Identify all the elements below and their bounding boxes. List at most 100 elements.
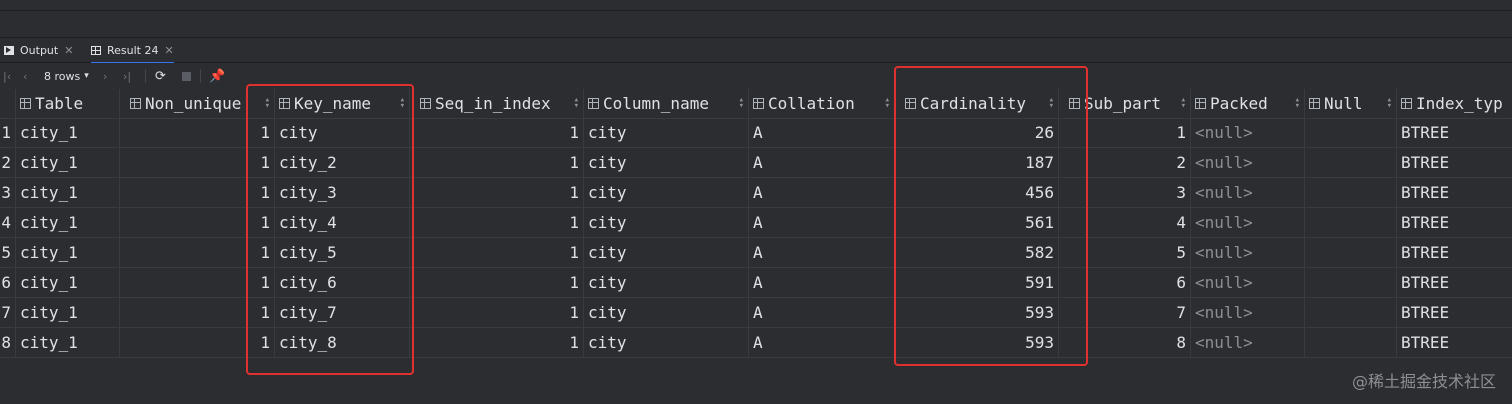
- table-row[interactable]: 1 city_1 1 city 1 city A 26 1 <null> BTREE: [0, 118, 1512, 148]
- cell-collation[interactable]: A: [749, 178, 895, 207]
- cell-null[interactable]: [1305, 148, 1397, 177]
- cell-packed[interactable]: <null>: [1191, 208, 1305, 237]
- cell-column-name[interactable]: city: [584, 208, 749, 237]
- cell-key-name[interactable]: city: [275, 118, 410, 147]
- cell-non-unique[interactable]: 1: [120, 208, 275, 237]
- sort-icon[interactable]: ▴ ▾: [1387, 96, 1392, 111]
- cell-non-unique[interactable]: 1: [120, 298, 275, 327]
- sort-icon[interactable]: ▴ ▾: [1049, 96, 1054, 111]
- cell-table[interactable]: city_1: [16, 178, 120, 207]
- cell-collation[interactable]: A: [749, 328, 895, 357]
- last-page-icon[interactable]: ›|: [123, 63, 131, 89]
- cell-index-type[interactable]: BTREE: [1397, 238, 1512, 267]
- cell-packed[interactable]: <null>: [1191, 328, 1305, 357]
- cell-packed[interactable]: <null>: [1191, 148, 1305, 177]
- refresh-icon[interactable]: ⟳: [155, 63, 166, 89]
- cell-packed[interactable]: <null>: [1191, 298, 1305, 327]
- cell-table[interactable]: city_1: [16, 118, 120, 147]
- table-row[interactable]: 8 city_1 1 city_8 1 city A 593 8 <null> BTREE: [0, 328, 1512, 358]
- cell-null[interactable]: [1305, 208, 1397, 237]
- cell-column-name[interactable]: city: [584, 178, 749, 207]
- sort-icon[interactable]: ▴ ▾: [574, 96, 579, 111]
- cell-index-type[interactable]: BTREE: [1397, 208, 1512, 237]
- cell-packed[interactable]: <null>: [1191, 118, 1305, 147]
- cell-column-name[interactable]: city: [584, 238, 749, 267]
- cell-cardinality[interactable]: 593: [895, 328, 1059, 357]
- cell-table[interactable]: city_1: [16, 208, 120, 237]
- cell-null[interactable]: [1305, 238, 1397, 267]
- pin-icon[interactable]: 📌: [209, 63, 225, 89]
- cell-index-type[interactable]: BTREE: [1397, 178, 1512, 207]
- cell-collation[interactable]: A: [749, 208, 895, 237]
- cell-sub-part[interactable]: 1: [1059, 118, 1191, 147]
- cell-seq-in-index[interactable]: 1: [410, 328, 584, 357]
- row-number[interactable]: 6: [0, 268, 16, 297]
- cell-seq-in-index[interactable]: 1: [410, 268, 584, 297]
- cell-non-unique[interactable]: 1: [120, 328, 275, 357]
- row-number[interactable]: 8: [0, 328, 16, 357]
- sort-icon[interactable]: ▴ ▾: [265, 96, 270, 111]
- cell-seq-in-index[interactable]: 1: [410, 118, 584, 147]
- cell-null[interactable]: [1305, 268, 1397, 297]
- cell-table[interactable]: city_1: [16, 148, 120, 177]
- column-header-non-unique[interactable]: Non_unique ▴ ▾: [126, 89, 275, 118]
- close-icon[interactable]: ✕: [64, 44, 73, 57]
- cell-cardinality[interactable]: 187: [895, 148, 1059, 177]
- cell-sub-part[interactable]: 6: [1059, 268, 1191, 297]
- column-header-index-type[interactable]: Index_typ: [1397, 89, 1512, 118]
- cell-key-name[interactable]: city_8: [275, 328, 410, 357]
- cell-index-type[interactable]: BTREE: [1397, 328, 1512, 357]
- cell-cardinality[interactable]: 26: [895, 118, 1059, 147]
- close-icon[interactable]: ✕: [164, 44, 173, 57]
- cell-null[interactable]: [1305, 298, 1397, 327]
- row-number[interactable]: 7: [0, 298, 16, 327]
- cell-cardinality[interactable]: 593: [895, 298, 1059, 327]
- table-row[interactable]: 7 city_1 1 city_7 1 city A 593 7 <null> BTREE: [0, 298, 1512, 328]
- cell-cardinality[interactable]: 582: [895, 238, 1059, 267]
- row-number[interactable]: 3: [0, 178, 16, 207]
- cell-key-name[interactable]: city_7: [275, 298, 410, 327]
- cell-non-unique[interactable]: 1: [120, 148, 275, 177]
- cell-non-unique[interactable]: 1: [120, 178, 275, 207]
- cell-index-type[interactable]: BTREE: [1397, 148, 1512, 177]
- cell-index-type[interactable]: BTREE: [1397, 298, 1512, 327]
- cell-non-unique[interactable]: 1: [120, 118, 275, 147]
- cell-null[interactable]: [1305, 178, 1397, 207]
- tab-output[interactable]: Output ✕: [4, 38, 73, 62]
- column-header-column-name[interactable]: Column_name ▴ ▾: [584, 89, 749, 118]
- cell-table[interactable]: city_1: [16, 328, 120, 357]
- cell-key-name[interactable]: city_6: [275, 268, 410, 297]
- column-header-collation[interactable]: Collation ▴ ▾: [749, 89, 895, 118]
- row-number[interactable]: 4: [0, 208, 16, 237]
- cell-index-type[interactable]: BTREE: [1397, 118, 1512, 147]
- table-row[interactable]: 4 city_1 1 city_4 1 city A 561 4 <null> BTREE: [0, 208, 1512, 238]
- rows-count-dropdown[interactable]: 8 rows ▾: [44, 63, 89, 89]
- cell-key-name[interactable]: city_5: [275, 238, 410, 267]
- cell-sub-part[interactable]: 2: [1059, 148, 1191, 177]
- cell-collation[interactable]: A: [749, 268, 895, 297]
- cell-table[interactable]: city_1: [16, 298, 120, 327]
- sort-icon[interactable]: ▴ ▾: [1295, 96, 1300, 111]
- sort-icon[interactable]: ▴ ▾: [739, 96, 744, 111]
- column-header-seq-in-index[interactable]: Seq_in_index ▴ ▾: [416, 89, 584, 118]
- stop-icon[interactable]: [182, 63, 191, 89]
- cell-seq-in-index[interactable]: 1: [410, 148, 584, 177]
- cell-column-name[interactable]: city: [584, 118, 749, 147]
- row-number[interactable]: 5: [0, 238, 16, 267]
- cell-seq-in-index[interactable]: 1: [410, 178, 584, 207]
- cell-sub-part[interactable]: 5: [1059, 238, 1191, 267]
- cell-seq-in-index[interactable]: 1: [410, 298, 584, 327]
- cell-null[interactable]: [1305, 328, 1397, 357]
- first-page-icon[interactable]: |‹: [3, 63, 11, 89]
- next-page-icon[interactable]: ›: [103, 63, 107, 89]
- cell-packed[interactable]: <null>: [1191, 268, 1305, 297]
- cell-index-type[interactable]: BTREE: [1397, 268, 1512, 297]
- column-header-packed[interactable]: Packed ▴ ▾: [1191, 89, 1305, 118]
- column-header-cardinality[interactable]: Cardinality ▴ ▾: [901, 89, 1059, 118]
- cell-column-name[interactable]: city: [584, 328, 749, 357]
- cell-collation[interactable]: A: [749, 298, 895, 327]
- cell-seq-in-index[interactable]: 1: [410, 238, 584, 267]
- table-row[interactable]: 3 city_1 1 city_3 1 city A 456 3 <null> BTREE: [0, 178, 1512, 208]
- cell-non-unique[interactable]: 1: [120, 238, 275, 267]
- cell-packed[interactable]: <null>: [1191, 178, 1305, 207]
